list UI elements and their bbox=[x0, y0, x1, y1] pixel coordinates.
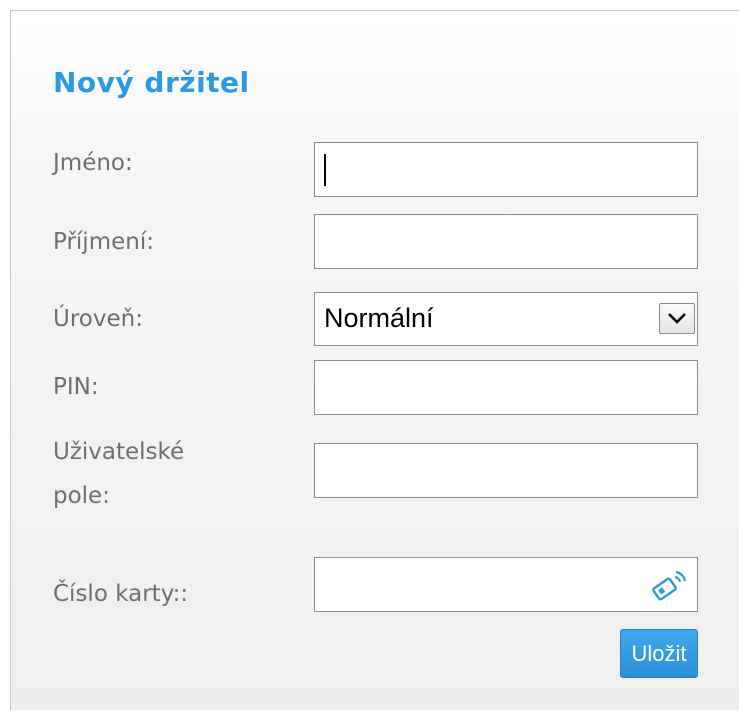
first-name-input[interactable] bbox=[314, 142, 698, 197]
last-name-label: Příjmení: bbox=[53, 229, 154, 255]
chevron-down-icon bbox=[668, 313, 686, 324]
level-select[interactable]: Normální bbox=[314, 292, 698, 346]
rfid-card-icon[interactable] bbox=[649, 567, 689, 603]
save-button[interactable]: Uložit bbox=[620, 629, 698, 678]
user-field-input[interactable] bbox=[314, 443, 698, 498]
card-number-label: Číslo karty:: bbox=[53, 581, 189, 607]
user-field-label-line1: Uživatelské bbox=[53, 439, 185, 465]
card-number-input[interactable] bbox=[314, 557, 698, 612]
text-caret bbox=[324, 154, 326, 186]
level-selected-value: Normální bbox=[324, 303, 434, 333]
level-label: Úroveň: bbox=[53, 306, 143, 332]
pin-input[interactable] bbox=[314, 360, 698, 415]
pin-label: PIN: bbox=[53, 374, 99, 400]
user-field-label-line2: pole: bbox=[53, 483, 110, 509]
last-name-input[interactable] bbox=[314, 214, 698, 269]
select-dropdown-button[interactable] bbox=[659, 303, 695, 334]
new-holder-form: Nový držitel Jméno: Příjmení: Úroveň: No… bbox=[10, 10, 739, 710]
form-title: Nový držitel bbox=[53, 66, 250, 99]
first-name-label: Jméno: bbox=[53, 150, 133, 176]
